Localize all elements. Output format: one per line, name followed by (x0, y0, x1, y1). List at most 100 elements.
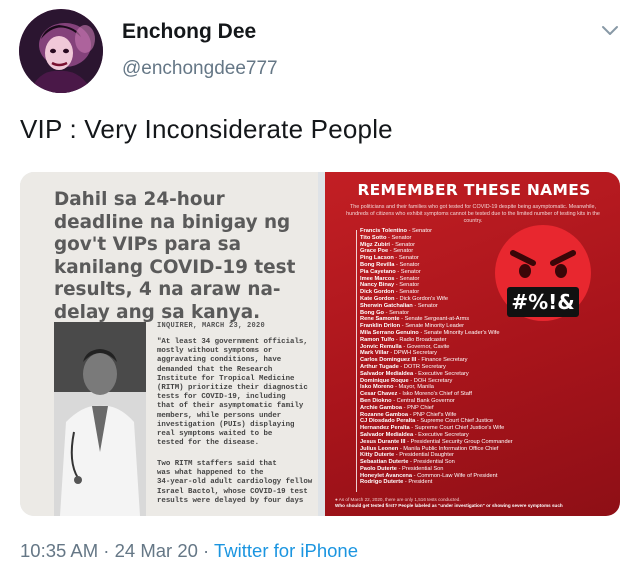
poster-name-row: Rozanne Gamboa - PNP Chief's Wife (360, 412, 590, 419)
poster-name: Grace Poe (360, 248, 389, 255)
poster-name: Tito Sotto (360, 234, 387, 241)
poster-name-row: Sebastian Duterte - Presidential Son (360, 459, 590, 466)
author-handle[interactable]: @enchongdee777 (122, 58, 278, 80)
poster-subtitle: The politicians and their families who g… (346, 204, 600, 224)
poster-name: Ben Diokno (360, 397, 392, 404)
poster-role: - President (403, 479, 433, 486)
poster-role: - Senator (394, 261, 420, 268)
avatar[interactable] (19, 9, 103, 93)
poster-role: - Senator (388, 248, 414, 255)
media-image-poster[interactable]: REMEMBER THESE NAMES The politicians and… (325, 172, 620, 516)
poster-name: Cesar Chavez (360, 391, 398, 398)
chevron-down-icon[interactable] (600, 20, 620, 40)
poster-name: Carlos Dominguez III (360, 357, 417, 364)
poster-name: Franklin Drilon (360, 323, 401, 330)
tweet-date[interactable]: 24 Mar 20 (115, 540, 198, 561)
poster-name: Bong Go (360, 309, 385, 316)
poster-name: Mark Villar (360, 350, 389, 357)
poster-name: Julius Leonen (360, 445, 399, 452)
poster-name: Imee Marcos (360, 275, 395, 282)
poster-role: - PNP Chief's Wife (408, 411, 457, 418)
meta-separator: · (197, 540, 215, 561)
poster-divider (356, 230, 357, 492)
poster-name: Paolo Duterte (360, 465, 397, 472)
tweet-source-link[interactable]: Twitter for iPhone (214, 540, 358, 561)
poster-role: - Senator (386, 234, 412, 241)
poster-name: Salvador Medialdea (360, 370, 414, 377)
poster-role: - Mayor, Manila (393, 384, 434, 391)
poster-name-row: Ben Diokno - Central Bank Governor (360, 398, 590, 405)
newspaper-headline: Dahil sa 24-hour deadline na binigay ng … (54, 189, 296, 323)
poster-name: CJ Diosdado Peralta (360, 418, 416, 425)
poster-name: Rozanne Gamboa (360, 411, 409, 418)
poster-name: Salvador Medialdea (360, 431, 414, 438)
poster-role: - Senator (394, 289, 420, 296)
poster-name-row: Archie Gamboa - PNP Chief (360, 405, 590, 412)
poster-name: Mila Serrano Genuino (360, 329, 419, 336)
poster-name: Ramon Tulfo (360, 336, 395, 343)
poster-role: - Presidential Son (396, 465, 444, 472)
poster-role: - Finance Secretary (416, 357, 468, 364)
poster-role: - Supreme Court Chief Justice's Wife (409, 425, 505, 432)
poster-role: - DPWH Secretary (388, 350, 438, 357)
poster-role: - Supreme Court Chief Justice (415, 418, 494, 425)
poster-name: Isko Moreno (360, 384, 394, 391)
poster-footnote: ● As of March 22, 2020, there are only 1… (335, 497, 617, 509)
poster-name-row: Jesus Durante III - Presidential Securit… (360, 439, 590, 446)
poster-role: - Presidential Security Group Commander (405, 438, 513, 445)
newspaper-dateline: INQUIRER, MARCH 23, 2020 (157, 322, 266, 330)
poster-name-row: CJ Diosdado Peralta - Supreme Court Chie… (360, 418, 590, 425)
poster-role: - Senator (384, 309, 409, 316)
poster-name-row: Kitty Duterte - Presidential Daughter (360, 452, 590, 459)
newspaper-body: "At least 34 government officials, mostl… (157, 338, 308, 448)
poster-name-row: Ramon Tulfo - Radio Broadcaster (360, 337, 590, 344)
angry-face-emoji-icon: #%!& (487, 223, 599, 331)
poster-role: - Senator (406, 228, 432, 234)
poster-name: Dick Gordon (360, 289, 395, 296)
poster-title: REMEMBER THESE NAMES (357, 181, 591, 199)
poster-role: - Dick Gordon's Wife (394, 295, 449, 302)
poster-role: - Senator (393, 255, 419, 262)
poster-name: Jonvic Remulla (360, 343, 402, 350)
tweet-time[interactable]: 10:35 AM (20, 540, 98, 561)
poster-role: - DOH Secretary (408, 377, 453, 384)
poster-role: - Senate Minority Leader (400, 323, 465, 330)
newspaper-photo (54, 322, 146, 516)
tweet-meta: 10:35 AM · 24 Mar 20 · Twitter for iPhon… (20, 540, 358, 562)
poster-name-row: Isko Moreno - Mayor, Manila (360, 384, 590, 391)
poster-name: Kate Gordon (360, 295, 395, 302)
poster-name: Pia Cayetano (360, 268, 396, 275)
poster-name: Honeylet Avancena (360, 472, 413, 479)
poster-role: - Senator (395, 268, 421, 275)
poster-name-row: Arthur Tugade - DOTR Secretary (360, 364, 590, 371)
poster-name: Nancy Binay (360, 282, 395, 289)
poster-name: Dominique Roque (360, 377, 409, 384)
poster-name: Sebastian Duterte (360, 459, 409, 466)
poster-name: Francis Tolentino (360, 228, 407, 234)
poster-name-row: Rodrigo Duterte - President (360, 479, 590, 486)
poster-name: Kitty Duterte (360, 452, 395, 459)
poster-name: Jesus Durante III (360, 438, 406, 445)
tweet-media[interactable]: Dahil sa 24-hour deadline na binigay ng … (20, 172, 620, 516)
poster-role: - Senator (412, 302, 438, 309)
poster-name-row: Salvador Medialdea - Executive Secretary (360, 432, 590, 439)
poster-name: Rodrigo Duterte (360, 479, 404, 486)
poster-name: Sherwin Gatchalian (360, 302, 413, 309)
poster-role: - Senator (394, 275, 420, 282)
emoji-censored-text: #%!& (511, 290, 574, 314)
poster-name-row: Jonvic Remulla - Governor, Cavite (360, 344, 590, 351)
poster-role: - Common-Law Wife of President (412, 472, 498, 479)
poster-role: - Presidential Son (408, 459, 455, 466)
poster-role: - Isko Moreno's Chief of Staff (397, 391, 472, 398)
poster-role: - DOTR Secretary (398, 363, 446, 370)
meta-separator: · (98, 540, 115, 561)
avatar-image (19, 9, 103, 93)
poster-role: - Central Bank Governor (391, 397, 455, 404)
tweet-text: VIP : Very Inconsiderate People (20, 114, 393, 144)
media-image-newspaper[interactable]: Dahil sa 24-hour deadline na binigay ng … (20, 172, 318, 516)
poster-role: - Senator (394, 282, 420, 289)
poster-role: - Governor, Cavite (401, 343, 450, 350)
poster-name-row: Carlos Dominguez III - Finance Secretary (360, 357, 590, 364)
author-display-name[interactable]: Enchong Dee (122, 20, 256, 44)
poster-name-row: Mark Villar - DPWH Secretary (360, 350, 590, 357)
